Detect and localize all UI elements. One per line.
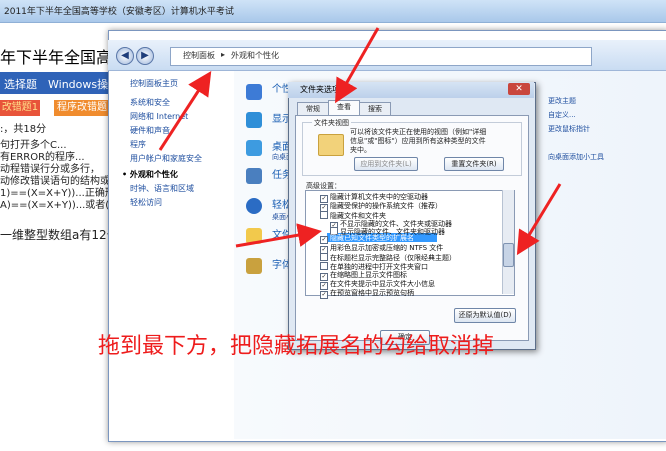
arrow-to-view-tab (335, 27, 380, 104)
annotation-arrows (158, 27, 562, 256)
arrow-to-breadcrumb (158, 70, 212, 151)
arrow-to-hide-extensions (235, 223, 322, 248)
annotation-caption: 拖到最下方，把隐藏拓展名的勾给取消掉 (98, 334, 495, 359)
arrow-to-scrollbar (516, 183, 562, 256)
